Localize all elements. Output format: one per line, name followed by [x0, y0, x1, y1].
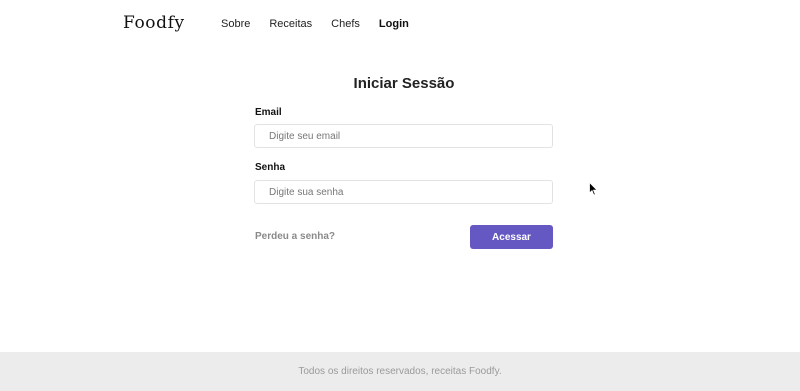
main-nav: Sobre Receitas Chefs Login	[221, 18, 409, 30]
nav-link-sobre[interactable]: Sobre	[221, 18, 250, 30]
page-title: Iniciar Sessão	[353, 75, 455, 92]
mouse-pointer-icon	[589, 182, 598, 196]
site-logo[interactable]: Foodfy	[123, 13, 185, 33]
site-header: Foodfy Sobre Receitas Chefs Login	[0, 0, 800, 50]
footer-text: Todos os direitos reservados, receitas F…	[298, 366, 502, 377]
nav-link-login[interactable]: Login	[379, 18, 409, 30]
nav-link-chefs[interactable]: Chefs	[331, 18, 360, 30]
page: Foodfy Sobre Receitas Chefs Login Inicia…	[0, 0, 800, 391]
password-field[interactable]	[254, 180, 553, 204]
submit-button[interactable]: Acessar	[470, 225, 553, 249]
nav-link-receitas[interactable]: Receitas	[269, 18, 312, 30]
password-label: Senha	[255, 162, 286, 173]
forgot-password-link[interactable]: Perdeu a senha?	[255, 231, 335, 242]
email-label: Email	[255, 107, 282, 118]
email-field[interactable]	[254, 124, 553, 148]
site-footer: Todos os direitos reservados, receitas F…	[0, 352, 800, 391]
